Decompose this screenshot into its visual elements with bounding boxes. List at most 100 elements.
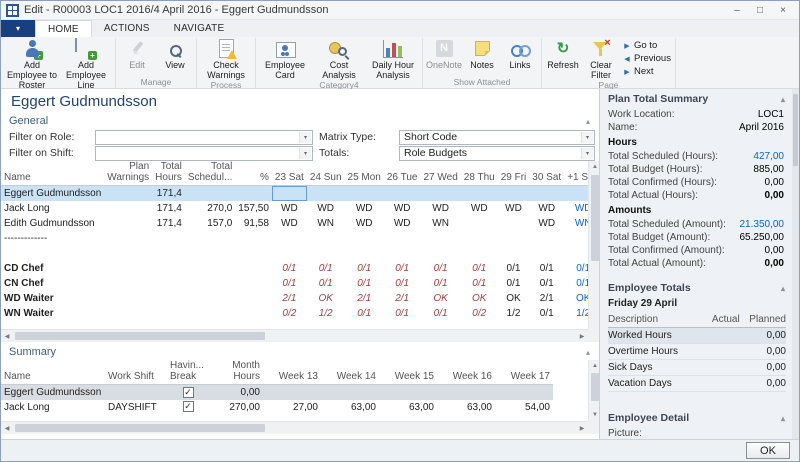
totals-row[interactable]: Vacation Days 0,00 xyxy=(608,376,786,392)
employee-totals-header[interactable]: Employee Totals ▴ xyxy=(600,278,792,297)
cell-value[interactable] xyxy=(104,276,152,291)
scroll-right-icon[interactable]: ▶ xyxy=(576,422,588,434)
cell-day[interactable] xyxy=(461,186,498,201)
onenote-button[interactable]: OneNote xyxy=(425,38,463,70)
cell-day[interactable]: 0/1 xyxy=(384,306,421,321)
dropdown-icon[interactable]: ▾ xyxy=(581,148,593,159)
cell-day[interactable]: 0/1 xyxy=(564,261,588,276)
cell-work-shift[interactable] xyxy=(105,385,167,400)
cell-day[interactable]: OK xyxy=(307,291,345,306)
cell-value[interactable] xyxy=(185,306,235,321)
cell-value[interactable] xyxy=(152,246,185,261)
checkbox[interactable]: ✓ xyxy=(183,387,194,398)
totals-row[interactable]: Sick Days 0,00 xyxy=(608,360,786,376)
cell-value[interactable] xyxy=(235,246,272,261)
cell-value[interactable]: 270,0 xyxy=(185,201,235,216)
column-header[interactable]: 30 Sat xyxy=(529,161,564,186)
cell-value[interactable] xyxy=(104,216,152,231)
total-scheduled-hours-link[interactable]: 427,00 xyxy=(753,150,784,163)
cell-day[interactable]: 0/1 xyxy=(420,306,460,321)
cell-day[interactable]: OK xyxy=(420,291,460,306)
summary-horizontal-scrollbar[interactable]: ◀ ▶ xyxy=(1,421,588,434)
cell-value[interactable]: 63,00 xyxy=(437,400,495,415)
cell-value[interactable]: 91,58 xyxy=(235,216,272,231)
collapse-summary-icon[interactable]: ▴ xyxy=(581,348,595,357)
cell-day[interactable]: 0/1 xyxy=(345,276,384,291)
column-header[interactable]: 28 Thu xyxy=(461,161,498,186)
cell-day[interactable]: 0/1 xyxy=(384,276,421,291)
column-header[interactable]: Work Shift xyxy=(105,360,167,385)
roster-row[interactable]: WN Waiter0/21/20/10/10/10/21/20/11/20/10… xyxy=(1,306,588,321)
cell-value[interactable] xyxy=(185,291,235,306)
column-header[interactable]: Actual xyxy=(701,313,740,328)
cell-value[interactable] xyxy=(152,261,185,276)
totals-row[interactable]: Overtime Hours 0,00 xyxy=(608,344,786,360)
column-header[interactable]: 27 Wed xyxy=(420,161,460,186)
cell-day[interactable]: OK xyxy=(461,291,498,306)
cell-day[interactable]: 1/2 xyxy=(307,306,345,321)
cell-day[interactable]: WD xyxy=(272,201,307,216)
column-header[interactable]: Name xyxy=(1,161,104,186)
cell-day[interactable]: 0/2 xyxy=(272,306,307,321)
cell-day[interactable] xyxy=(272,246,307,261)
column-header[interactable]: 29 Fri xyxy=(498,161,530,186)
column-header[interactable]: Description xyxy=(608,313,701,328)
cell-day[interactable] xyxy=(420,231,460,246)
cell-day[interactable] xyxy=(420,186,460,201)
next-button[interactable]: ▶ Next xyxy=(622,65,671,78)
roster-row[interactable]: ------------- xyxy=(1,231,588,246)
cell-day[interactable]: 0/1 xyxy=(384,261,421,276)
app-menu-button[interactable]: ▾ xyxy=(1,20,35,37)
cell-day[interactable]: 1/2 xyxy=(564,306,588,321)
cell-value[interactable]: 157,50 xyxy=(235,201,272,216)
cell-value[interactable] xyxy=(495,385,553,400)
view-button[interactable]: View xyxy=(156,38,194,70)
summary-section-header[interactable]: Summary ▴ xyxy=(1,344,601,360)
roster-row[interactable]: WD Waiter2/1OK2/12/1OKOKOK2/1OK2/10/1 xyxy=(1,291,588,306)
cell-day[interactable] xyxy=(272,186,307,201)
column-header[interactable]: 23 Sat xyxy=(272,161,307,186)
cell-value[interactable]: 171,4 xyxy=(152,201,185,216)
roster-row[interactable]: CD Chef0/10/10/10/10/10/10/10/10/10/10/1 xyxy=(1,261,588,276)
close-button[interactable]: × xyxy=(772,3,794,18)
roster-row[interactable] xyxy=(1,246,588,261)
notes-button[interactable]: Notes xyxy=(463,38,501,70)
cell-day[interactable]: WD xyxy=(384,216,421,231)
cell-day[interactable] xyxy=(461,231,498,246)
tab-actions[interactable]: ACTIONS xyxy=(92,20,162,37)
dropdown-icon[interactable]: ▾ xyxy=(299,132,311,143)
collapse-general-icon[interactable]: ▴ xyxy=(581,117,595,126)
cell-value[interactable]: 157,0 xyxy=(185,216,235,231)
cell-value[interactable] xyxy=(185,261,235,276)
roster-horizontal-scrollbar[interactable]: ◀ ▶ xyxy=(1,329,588,342)
cell-day[interactable]: WD xyxy=(529,216,564,231)
column-header[interactable]: Planned xyxy=(740,313,786,328)
scroll-thumb[interactable] xyxy=(591,373,599,401)
cell-value[interactable] xyxy=(104,186,152,201)
column-header[interactable]: Name xyxy=(1,360,105,385)
cell-day[interactable]: 0/1 xyxy=(529,276,564,291)
cell-name[interactable]: Jack Long xyxy=(1,201,104,216)
column-header[interactable]: Week 16 xyxy=(437,360,495,385)
scroll-left-icon[interactable]: ◀ xyxy=(1,330,13,342)
cell-value[interactable]: 54,00 xyxy=(495,400,553,415)
scroll-thumb[interactable] xyxy=(591,175,599,261)
cell-day[interactable] xyxy=(345,186,384,201)
add-employee-to-roster-button[interactable]: Add Employee to Roster xyxy=(5,38,59,90)
cell-value[interactable] xyxy=(185,186,235,201)
scroll-left-icon[interactable]: ◀ xyxy=(1,422,13,434)
cell-day[interactable] xyxy=(345,246,384,261)
cell-work-shift[interactable]: DAYSHIFT xyxy=(105,400,167,415)
roster-row[interactable]: Eggert Gudmundsson171,4 xyxy=(1,186,588,201)
cell-value[interactable] xyxy=(321,385,379,400)
cell-day[interactable]: 0/2 xyxy=(461,306,498,321)
cell-day[interactable] xyxy=(498,246,530,261)
cell-day[interactable]: WD xyxy=(529,201,564,216)
cell-day[interactable]: 2/1 xyxy=(272,291,307,306)
column-header[interactable]: Total Hours xyxy=(152,161,185,186)
summary-row[interactable]: Eggert Gudmundsson✓0,00 xyxy=(1,385,553,400)
go-to-button[interactable]: ▶ Go to xyxy=(622,39,671,52)
cell-day[interactable]: WD xyxy=(420,201,460,216)
column-header[interactable]: Week 15 xyxy=(379,360,437,385)
cell-day[interactable]: 0/1 xyxy=(461,261,498,276)
